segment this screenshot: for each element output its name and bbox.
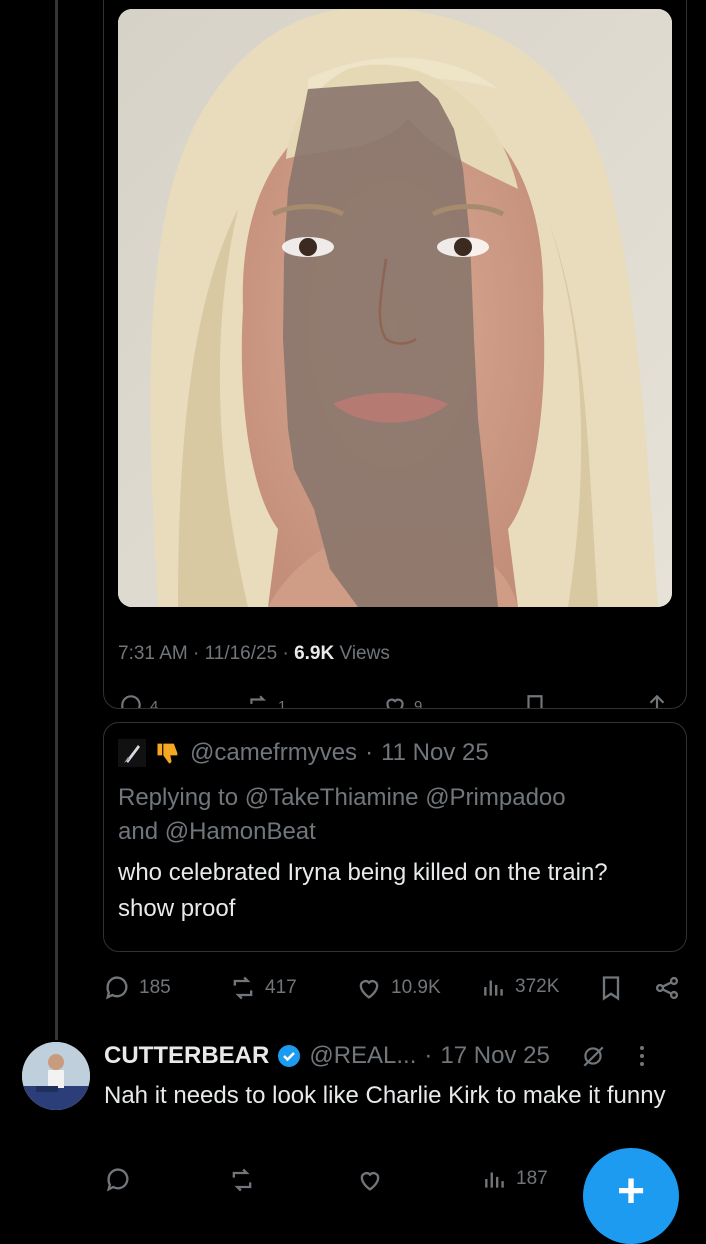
compose-button[interactable]: +	[583, 1148, 679, 1244]
views-action[interactable]: 372K	[481, 974, 559, 1000]
reply-action-bar: 185 417 10.9K 372K	[103, 966, 685, 1006]
tweet-date: 17 Nov 25	[440, 1042, 550, 1069]
share-icon	[649, 694, 665, 708]
meta-separator: ·	[365, 739, 374, 766]
share-nodes-icon	[655, 976, 679, 1000]
views-count: 6.9K	[294, 643, 335, 664]
repost-icon	[232, 1168, 252, 1192]
reply-card-header: @camefrmyves · 11 Nov 25	[118, 739, 489, 767]
reply-card-text: who celebrated Iryna being killed on the…	[118, 859, 608, 922]
replying-prefix: Replying to	[118, 784, 239, 811]
like-action[interactable]: 10.9K	[355, 974, 441, 1002]
reply-action[interactable]: 4	[118, 693, 159, 709]
tweet-text: Nah it needs to look like Charlie Kirk t…	[104, 1082, 666, 1109]
thread-line	[55, 0, 58, 1040]
thumbs-down-icon	[157, 743, 178, 764]
bookmark-action[interactable]	[597, 974, 625, 1002]
mention-link[interactable]: @HamonBeat	[165, 818, 316, 845]
and-word: and	[118, 818, 159, 845]
repost-count: 1	[278, 697, 287, 709]
repost-count: 417	[265, 977, 297, 998]
post-time: 7:31 AM	[118, 643, 188, 664]
reply-card-date: 11 Nov 25	[381, 739, 489, 766]
mention-link[interactable]: @TakeThiamine	[245, 784, 419, 811]
bookmark-icon	[527, 695, 543, 708]
portrait-image	[118, 9, 672, 607]
like-count: 10.9K	[391, 977, 441, 998]
user-handle[interactable]: @REAL...	[309, 1042, 416, 1070]
meta-separator: ·	[193, 643, 205, 664]
display-name[interactable]: CUTTERBEAR	[104, 1042, 269, 1070]
avatar-image	[118, 739, 146, 767]
reply-card-handle[interactable]: @camefrmyves	[190, 739, 357, 767]
share-action[interactable]	[644, 693, 670, 708]
reply-icon	[106, 1168, 129, 1192]
repost-action[interactable]	[228, 1166, 256, 1194]
like-action[interactable]	[356, 1166, 384, 1194]
reply-icon	[105, 976, 128, 1000]
heart-icon	[359, 980, 379, 999]
views-icon	[485, 1172, 504, 1188]
reply-action[interactable]: 185	[103, 974, 171, 1002]
reply-context-card[interactable]: @camefrmyves · 11 Nov 25 Replying to @Ta…	[103, 722, 687, 952]
meta-separator: ·	[424, 1042, 433, 1069]
reply-action[interactable]	[104, 1166, 132, 1194]
views-count: 372K	[515, 976, 560, 997]
avatar[interactable]	[22, 1042, 90, 1110]
heart-icon	[360, 1172, 380, 1191]
repost-action[interactable]: 1	[246, 693, 287, 709]
bookmark-icon	[602, 976, 620, 1001]
grok-icon[interactable]	[580, 1043, 606, 1069]
compose-plus-icon: +	[616, 1165, 646, 1218]
tweet-header: CUTTERBEAR @REAL... · 17 Nov 25	[104, 1042, 652, 1070]
avatar[interactable]	[118, 739, 146, 767]
post-photo[interactable]	[118, 9, 672, 607]
reply-count: 185	[139, 977, 171, 998]
bookmark-action[interactable]	[522, 693, 548, 708]
meta-separator: ·	[282, 643, 295, 664]
post-meta: 7:31 AM · 11/16/25 · 6.9K Views	[118, 643, 390, 665]
like-action[interactable]: 9	[382, 693, 423, 709]
repost-action[interactable]: 417	[229, 974, 297, 1002]
views-label: Views	[339, 643, 390, 664]
more-options-icon[interactable]	[632, 1043, 652, 1069]
repost-icon	[233, 976, 253, 1000]
verified-badge-icon	[278, 1045, 301, 1067]
post-date: 11/16/25	[204, 643, 278, 664]
replying-to-line: Replying to @TakeThiamine @Primpadoo and…	[118, 781, 658, 849]
heart-icon	[386, 698, 404, 708]
views-action[interactable]: 187	[482, 1166, 548, 1192]
like-count: 9	[414, 697, 423, 709]
views-icon	[484, 980, 503, 996]
mention-link[interactable]: @Primpadoo	[425, 784, 565, 811]
quoted-post-card[interactable]: 7:31 AM · 11/16/25 · 6.9K Views 4 1 9	[103, 0, 687, 709]
reply-icon	[121, 695, 141, 708]
reply-count: 4	[150, 697, 159, 709]
views-count: 187	[516, 1168, 548, 1189]
share-action[interactable]	[653, 974, 681, 1002]
avatar-image	[22, 1042, 90, 1110]
repost-icon	[250, 695, 266, 704]
quoted-post-actions: 4 1 9	[118, 693, 672, 709]
